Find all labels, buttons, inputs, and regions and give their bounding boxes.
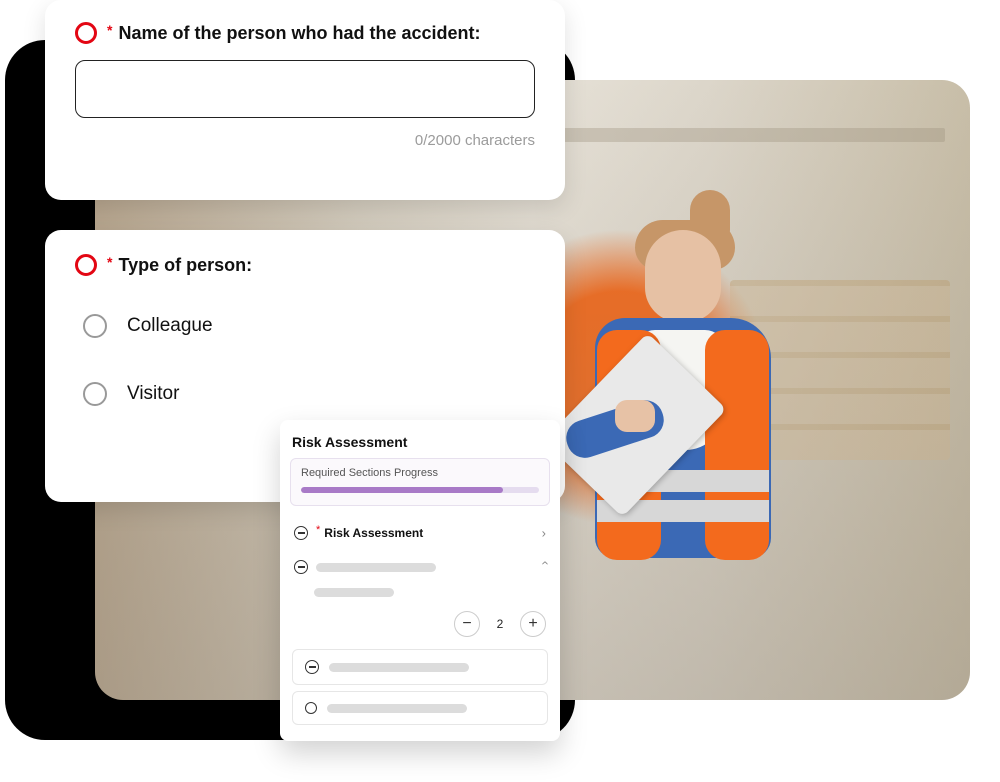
circle-status-icon: [75, 254, 97, 276]
question-header: * Name of the person who had the acciden…: [75, 22, 535, 44]
list-item[interactable]: [292, 691, 548, 725]
chevron-up-icon: ›: [536, 561, 551, 565]
progress-fill: [301, 487, 503, 493]
progress-label: Required Sections Progress: [301, 467, 539, 479]
skeleton-line: [329, 663, 469, 672]
question-card-name: * Name of the person who had the acciden…: [45, 0, 565, 200]
skeleton-line: [316, 563, 436, 572]
quantity-stepper: − 2 +: [280, 601, 560, 643]
radio-option-colleague[interactable]: Colleague: [75, 292, 535, 360]
question-title: Name of the person who had the accident:: [118, 23, 480, 44]
stepper-value: 2: [494, 617, 506, 631]
section-label: Risk Assessment: [324, 526, 423, 540]
required-asterisk: *: [316, 524, 320, 536]
stepper-increment-button[interactable]: +: [520, 611, 546, 637]
risk-assessment-panel: Risk Assessment Required Sections Progre…: [280, 420, 560, 741]
chevron-right-icon: ›: [542, 526, 546, 541]
collapse-icon: [305, 660, 319, 674]
section-placeholder-expanded[interactable]: ›: [280, 550, 560, 576]
list-item[interactable]: [292, 649, 548, 685]
progress-box: Required Sections Progress: [290, 458, 550, 506]
required-asterisk: *: [107, 22, 112, 38]
name-input[interactable]: [75, 60, 535, 118]
option-label: Colleague: [127, 315, 213, 337]
panel-title: Risk Assessment: [280, 430, 560, 458]
progress-bar: [301, 487, 539, 493]
radio-option-visitor[interactable]: Visitor: [75, 360, 535, 428]
radio-icon: [83, 382, 107, 406]
collapse-icon: [294, 526, 308, 540]
section-risk-assessment[interactable]: * Risk Assessment ›: [280, 516, 560, 550]
question-header: * Type of person:: [75, 254, 535, 276]
required-asterisk: *: [107, 254, 112, 270]
question-title: Type of person:: [118, 255, 252, 276]
character-counter: 0/2000 characters: [75, 132, 535, 149]
collapse-icon: [294, 560, 308, 574]
skeleton-line: [327, 704, 467, 713]
radio-icon: [83, 314, 107, 338]
skeleton-line: [314, 588, 394, 597]
stepper-decrement-button[interactable]: −: [454, 611, 480, 637]
circle-icon: [305, 702, 317, 714]
option-label: Visitor: [127, 383, 179, 405]
skeleton-block: [280, 576, 560, 601]
circle-status-icon: [75, 22, 97, 44]
